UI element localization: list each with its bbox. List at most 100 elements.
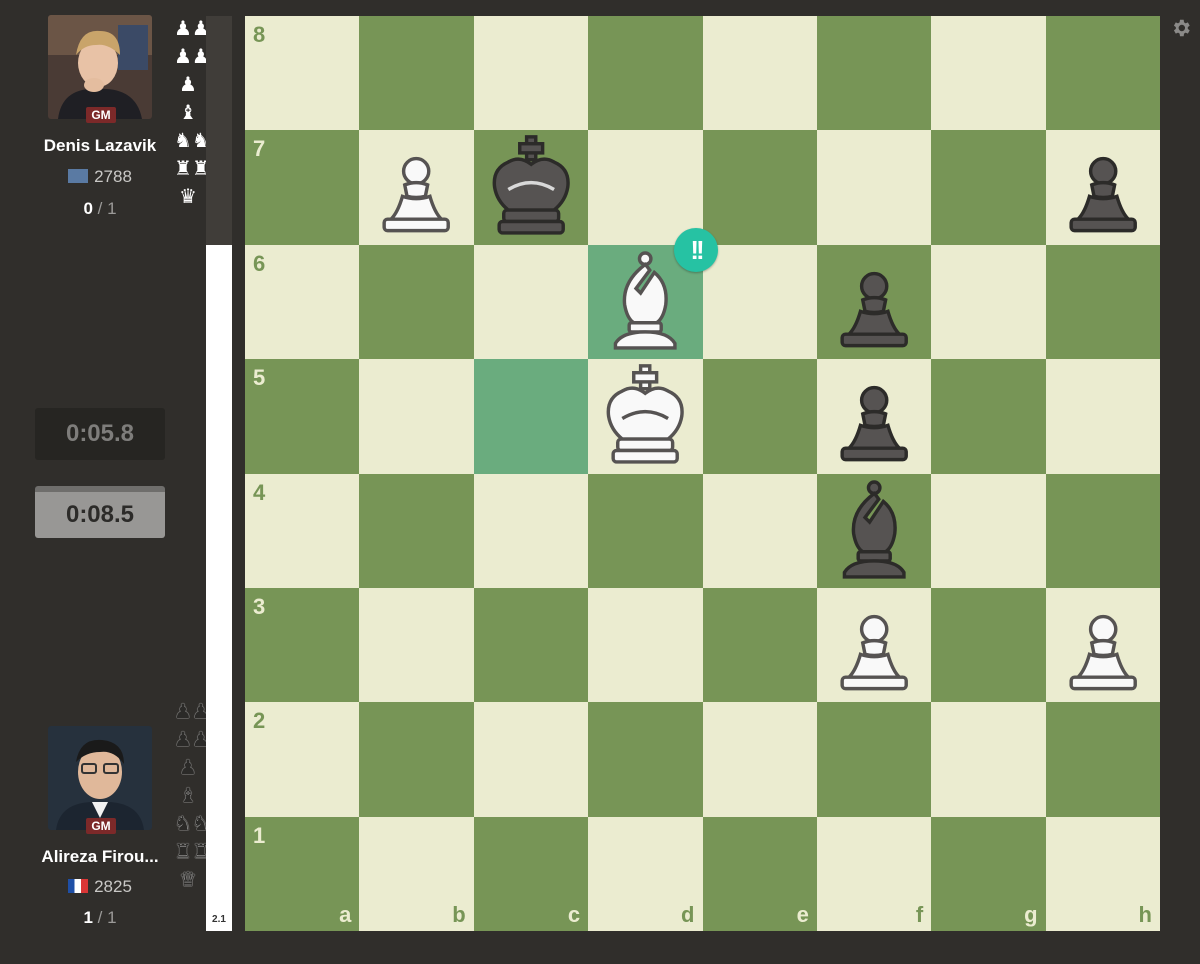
square-f2[interactable] xyxy=(816,702,932,817)
chess-board[interactable]: 8 7 6 5 4 3 21a bcd efg h xyxy=(245,16,1160,931)
square-c3[interactable] xyxy=(473,587,589,703)
square-g3[interactable] xyxy=(931,587,1046,703)
black-king-icon[interactable] xyxy=(474,130,588,244)
square-c4[interactable] xyxy=(473,473,589,588)
top-player-name[interactable]: Denis Lazavik xyxy=(0,136,200,156)
square-d1[interactable]: d xyxy=(588,816,703,931)
gear-icon[interactable] xyxy=(1170,17,1192,39)
square-a5[interactable]: 5 xyxy=(245,359,360,474)
square-f8[interactable] xyxy=(816,16,932,131)
captured-queen-icon: ♛ xyxy=(179,867,197,891)
square-b3[interactable] xyxy=(359,587,474,703)
square-c2[interactable] xyxy=(473,702,589,817)
square-a4[interactable]: 4 xyxy=(245,473,360,588)
bottom-player-flag-icon xyxy=(68,879,89,893)
black-bishop-icon[interactable] xyxy=(817,474,931,588)
top-player-avatar[interactable] xyxy=(48,15,152,119)
bottom-player-avatar[interactable] xyxy=(48,726,152,830)
square-d8[interactable] xyxy=(588,16,703,131)
square-c6[interactable] xyxy=(473,244,589,360)
file-label: h xyxy=(1138,902,1152,927)
square-b5[interactable] xyxy=(359,359,474,474)
square-a3[interactable]: 3 xyxy=(245,587,360,703)
square-e3[interactable] xyxy=(702,587,817,703)
square-g1[interactable]: g xyxy=(931,816,1046,931)
top-player-rating-row: 2788 xyxy=(0,167,200,187)
square-g5[interactable] xyxy=(931,359,1046,474)
top-player-score: 0 / 1 xyxy=(0,199,200,219)
square-g7[interactable] xyxy=(931,130,1046,245)
square-f4[interactable] xyxy=(816,473,932,588)
square-c7[interactable] xyxy=(473,130,589,245)
rank-label: 4 xyxy=(253,479,266,505)
square-f1[interactable]: f xyxy=(816,816,932,931)
rank-label: 8 xyxy=(253,22,266,47)
square-g8[interactable] xyxy=(931,16,1046,131)
square-h3[interactable] xyxy=(1045,587,1160,703)
square-e4[interactable] xyxy=(702,473,817,588)
square-a7[interactable]: 7 xyxy=(245,130,360,245)
square-e5[interactable] xyxy=(702,359,817,474)
square-h4[interactable] xyxy=(1045,473,1160,588)
square-g2[interactable] xyxy=(931,702,1046,817)
square-h1[interactable]: h xyxy=(1045,816,1160,931)
square-d2[interactable] xyxy=(588,702,703,817)
square-f6[interactable] xyxy=(816,244,932,360)
file-label: b xyxy=(452,902,466,927)
square-a8[interactable]: 8 xyxy=(245,16,360,131)
square-b7[interactable] xyxy=(359,130,474,245)
square-f3[interactable] xyxy=(816,587,932,703)
square-d4[interactable] xyxy=(588,473,703,588)
square-e7[interactable] xyxy=(702,130,817,245)
black-pawn-icon[interactable] xyxy=(1046,130,1160,244)
square-f7[interactable] xyxy=(816,130,932,245)
square-c5[interactable] xyxy=(473,359,589,474)
square-d5[interactable] xyxy=(588,359,703,474)
evaluation-value: 2.1 xyxy=(212,914,226,925)
square-b4[interactable] xyxy=(359,473,474,588)
captured-pawn-icon: ♟ xyxy=(179,72,197,96)
square-h7[interactable] xyxy=(1045,130,1160,245)
square-h6[interactable] xyxy=(1045,244,1160,360)
square-a2[interactable]: 2 xyxy=(245,702,360,817)
bottom-player-score-won: 1 xyxy=(83,908,93,927)
captured-bishop-icon: ♝ xyxy=(179,100,197,124)
square-a6[interactable]: 6 xyxy=(245,244,360,360)
white-king-icon[interactable] xyxy=(588,359,702,473)
white-pawn-icon[interactable] xyxy=(359,130,473,244)
captured-knights-icon: ♞♞ xyxy=(174,811,210,835)
black-pawn-icon[interactable] xyxy=(817,245,931,359)
square-h5[interactable] xyxy=(1045,359,1160,474)
square-g6[interactable] xyxy=(931,244,1046,360)
square-h8[interactable] xyxy=(1045,16,1160,131)
square-c8[interactable] xyxy=(473,16,589,131)
bottom-player-name[interactable]: Alireza Firou... xyxy=(0,847,200,867)
square-g4[interactable] xyxy=(931,473,1046,588)
top-player-score-total: / 1 xyxy=(92,199,117,218)
square-h2[interactable] xyxy=(1045,702,1160,817)
square-f5[interactable] xyxy=(816,359,932,474)
white-pawn-icon[interactable] xyxy=(817,588,931,702)
square-d3[interactable] xyxy=(588,587,703,703)
captured-pawns-icon: ♟♟ xyxy=(174,727,210,751)
square-d7[interactable] xyxy=(588,130,703,245)
white-pawn-icon[interactable] xyxy=(1046,588,1160,702)
rank-label: 5 xyxy=(253,365,266,391)
square-b6[interactable] xyxy=(359,244,474,360)
square-e1[interactable]: e xyxy=(702,816,817,931)
square-b1[interactable]: b xyxy=(359,816,474,931)
square-e8[interactable] xyxy=(702,16,817,131)
rank-label: 3 xyxy=(253,593,266,619)
square-c1[interactable]: c xyxy=(473,816,589,931)
file-label: e xyxy=(796,902,809,927)
captured-pawn-icon: ♟ xyxy=(179,755,197,779)
square-b2[interactable] xyxy=(359,702,474,817)
black-pawn-icon[interactable] xyxy=(817,359,931,473)
top-player-flag-icon xyxy=(68,169,89,183)
square-a1[interactable]: 1a xyxy=(245,816,360,931)
square-e2[interactable] xyxy=(702,702,817,817)
square-e6[interactable] xyxy=(702,244,817,360)
top-player-rating: 2788 xyxy=(94,167,132,186)
rank-label: 6 xyxy=(253,250,266,276)
square-b8[interactable] xyxy=(359,16,474,131)
